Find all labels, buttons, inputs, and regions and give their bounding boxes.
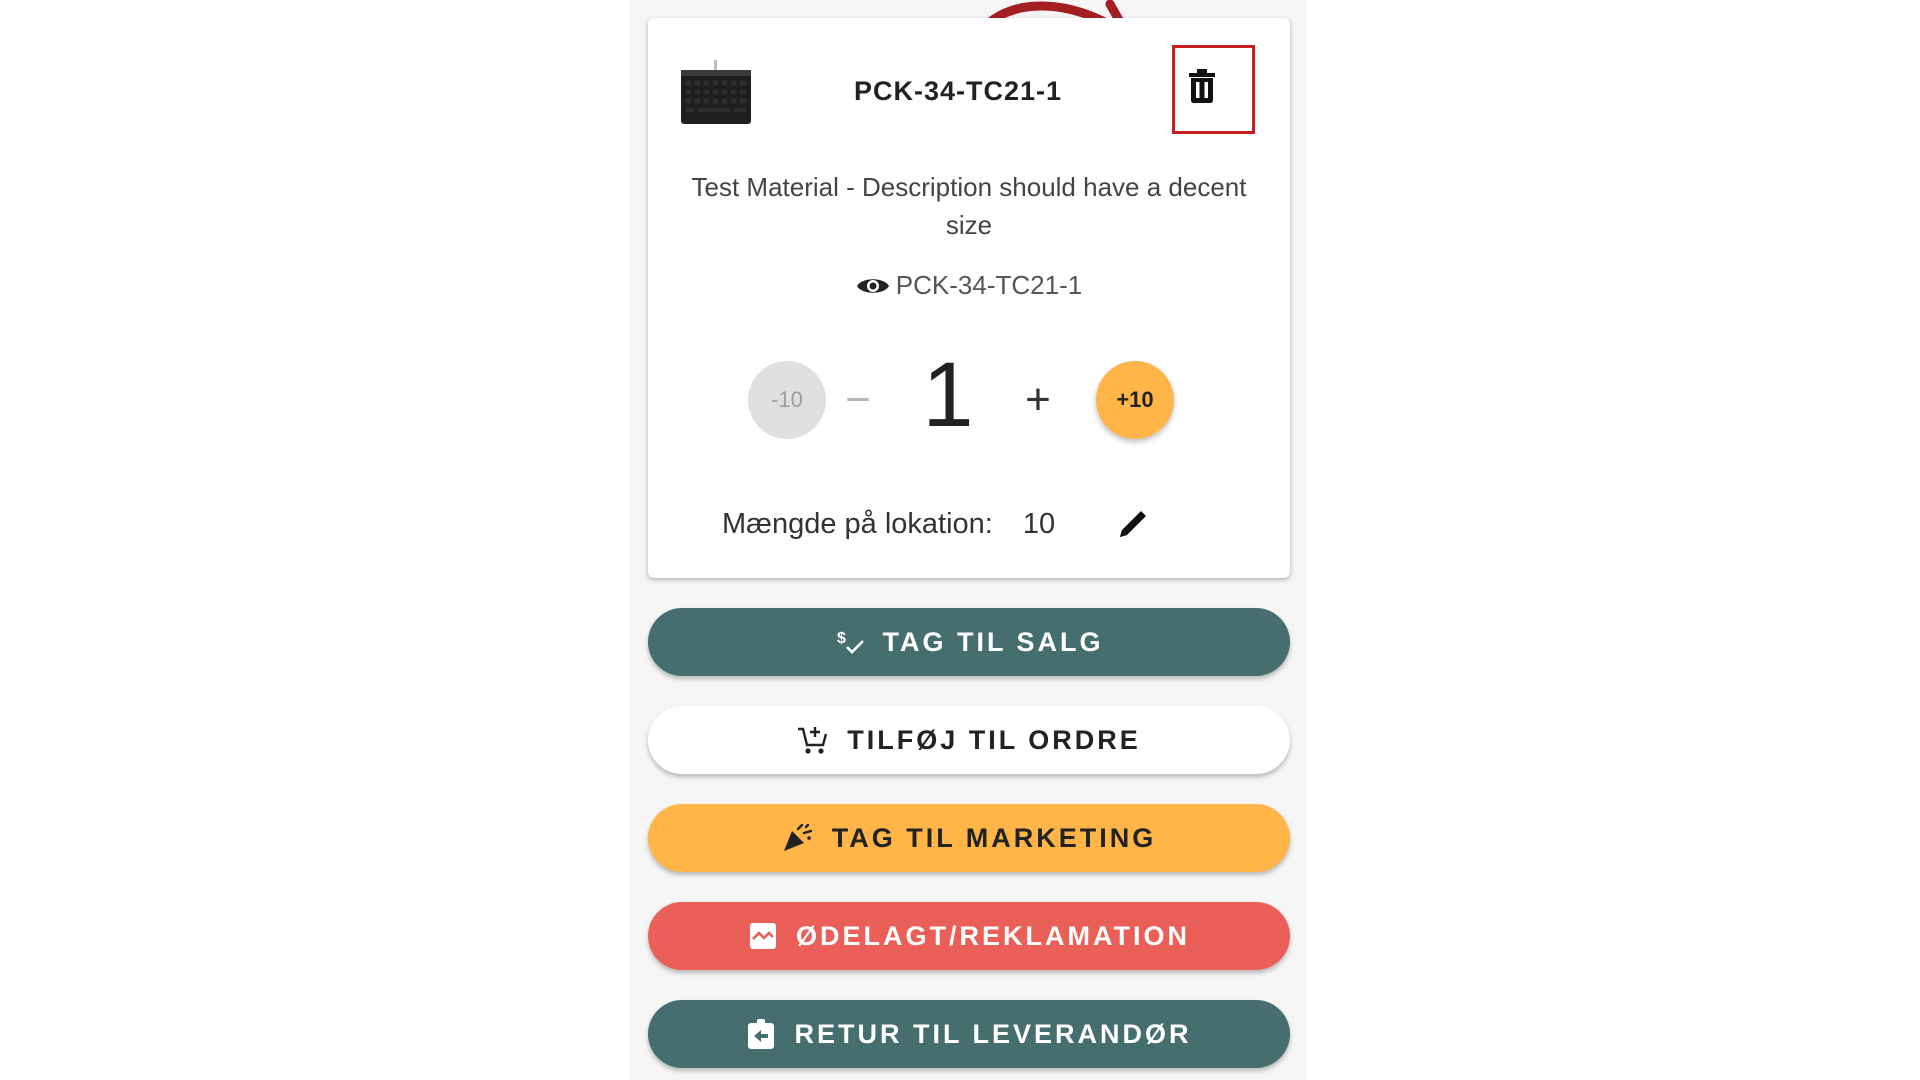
- add-to-order-button[interactable]: TILFØJ TIL ORDRE: [648, 706, 1290, 774]
- keyboard-image-icon: [681, 60, 751, 124]
- location-quantity-row: Mængde på lokation: 10: [718, 502, 1218, 546]
- add-to-order-label: TILFØJ TIL ORDRE: [847, 724, 1141, 755]
- eye-icon: [856, 275, 890, 297]
- celebration-icon: [782, 823, 814, 853]
- delete-button[interactable]: [1178, 62, 1226, 110]
- broken-image-icon: [748, 921, 778, 951]
- price-check-icon: $: [835, 627, 865, 657]
- scan-code-text: PCK-34-TC21-1: [895, 270, 1083, 300]
- decrement-button[interactable]: −: [828, 370, 888, 430]
- quantity-stepper: -10 − 1 + +10: [748, 338, 1188, 458]
- take-for-marketing-button[interactable]: TAG TIL MARKETING: [648, 804, 1290, 872]
- scan-code-row: PCK-34-TC21-1: [798, 270, 1140, 301]
- pencil-icon: [1120, 511, 1147, 537]
- take-for-marketing-label: TAG TIL MARKETING: [831, 822, 1157, 853]
- product-description: Test Material - Description should have …: [691, 172, 1247, 240]
- product-sku-title: PCK-34-TC21-1: [853, 76, 1063, 106]
- take-for-sale-label: TAG TIL SALG: [882, 626, 1104, 657]
- take-for-sale-button[interactable]: $ TAG TIL SALG: [648, 608, 1290, 676]
- damaged-complaint-label: ØDELAGT/REKLAMATION: [796, 920, 1190, 951]
- svg-text:$: $: [837, 630, 849, 647]
- location-quantity-label: Mængde på lokation:: [722, 507, 993, 540]
- trash-icon: [1189, 69, 1215, 103]
- edit-location-quantity-button[interactable]: [1111, 502, 1155, 546]
- increment-button[interactable]: +: [1008, 370, 1068, 430]
- minus-10-button[interactable]: -10: [748, 361, 826, 439]
- add-cart-icon: [797, 725, 829, 755]
- assignment-return-icon: [746, 1018, 776, 1050]
- return-to-supplier-label: RETUR TIL LEVERANDØR: [794, 1018, 1192, 1049]
- return-to-supplier-button[interactable]: RETUR TIL LEVERANDØR: [648, 1000, 1290, 1068]
- location-quantity-value: 10: [1022, 507, 1056, 540]
- damaged-complaint-button[interactable]: ØDELAGT/REKLAMATION: [648, 902, 1290, 970]
- plus-10-button[interactable]: +10: [1096, 361, 1174, 439]
- product-card: PCK-34-TC21-1 Test Material - Descriptio…: [648, 18, 1290, 578]
- product-thumbnail: [678, 58, 754, 128]
- quantity-value: 1: [922, 344, 974, 446]
